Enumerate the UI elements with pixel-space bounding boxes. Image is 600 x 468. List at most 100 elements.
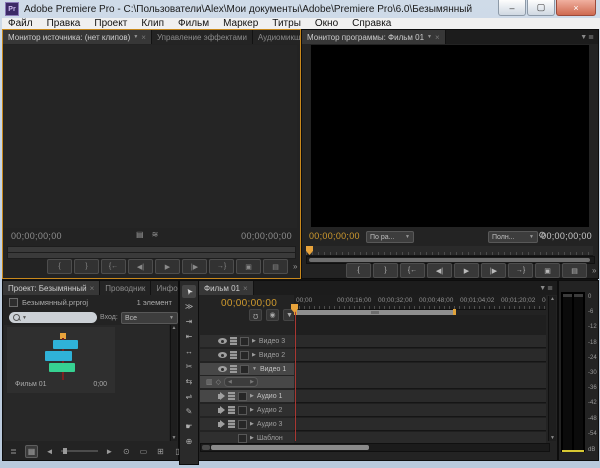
track-header-Аудио 1[interactable]: ▶ Аудио 1 — [200, 390, 294, 402]
track-lock-icon[interactable] — [238, 433, 247, 443]
track-header-Видео 2[interactable]: ▶ Видео 2 — [200, 349, 294, 361]
tab-Проводник[interactable]: Проводник — [100, 281, 152, 295]
encore-chapter-marker-icon[interactable]: ◉ — [266, 309, 279, 321]
filter-dropdown[interactable]: Все ▼ — [121, 312, 178, 324]
tab-Проект: Безымянный[interactable]: Проект: Безымянный × — [3, 281, 101, 295]
current-time-indicator[interactable] — [295, 305, 296, 441]
tab-dropdown-icon[interactable]: ▼ — [133, 34, 138, 40]
source-zoom-bar[interactable] — [7, 252, 296, 259]
rate-stretch-tool[interactable]: ↔ — [182, 345, 196, 358]
close-button[interactable]: × — [556, 0, 596, 16]
track-lock-icon[interactable] — [240, 336, 249, 346]
project-content-area[interactable]: Фильм 01 0;00 — [4, 325, 169, 441]
ripple-edit-tool[interactable]: ⇥ — [182, 315, 196, 328]
title-bar[interactable]: Pr Adobe Premiere Pro - C:\Пользователи\… — [0, 0, 600, 18]
toggle-track-output-icon[interactable] — [218, 352, 227, 358]
expand-track-icon[interactable]: ▶ — [252, 338, 256, 344]
play-button[interactable]: ▶ — [155, 259, 180, 274]
track-lock-icon[interactable] — [238, 405, 247, 415]
sync-lock-icon[interactable] — [228, 420, 235, 428]
tab-close-icon[interactable]: × — [90, 284, 95, 293]
track-row-Аудио 3[interactable] — [294, 418, 546, 431]
tab-Инфо[interactable]: Инфо — [151, 281, 178, 295]
pen-tool[interactable]: ✎ — [182, 405, 196, 418]
timeline-timecode[interactable]: 00;00;00;00 — [221, 298, 277, 309]
rolling-edit-tool[interactable]: ⇤ — [182, 330, 196, 343]
prev-keyframe-icon[interactable]: ◀ — [228, 379, 232, 385]
drag-audio-icon[interactable]: ≋ — [152, 230, 159, 239]
step-back-button[interactable]: ◀| — [128, 259, 153, 274]
sync-lock-icon[interactable] — [230, 365, 237, 373]
project-scrollbar[interactable]: ▲ ▼ — [170, 325, 177, 441]
hand-tool[interactable]: ☛ — [182, 420, 196, 433]
menu-Маркер[interactable]: Маркер — [223, 18, 258, 29]
expand-track-icon[interactable]: ▶ — [250, 421, 254, 427]
track-header-Видео 1[interactable]: ▼ Видео 1 — [200, 363, 294, 375]
scroll-up-icon[interactable]: ▲ — [172, 325, 177, 331]
menu-Окно[interactable]: Окно — [315, 18, 338, 29]
drag-video-icon[interactable]: ▤ — [136, 230, 144, 239]
go-to-in-button[interactable]: {← — [400, 263, 425, 278]
minimize-button[interactable]: – — [498, 0, 526, 16]
maximize-button[interactable]: ▢ — [527, 0, 555, 16]
mark-in-button[interactable]: { — [47, 259, 72, 274]
show-keyframes-icon[interactable]: ◇ — [216, 378, 221, 386]
selection-tool[interactable]: ➤ — [182, 285, 196, 298]
scroll-up-icon[interactable]: ▲ — [550, 296, 555, 302]
extract-button[interactable]: ▤ — [562, 263, 587, 278]
track-header-Аудио 3[interactable]: ▶ Аудио 3 — [200, 418, 294, 430]
tab-Монитор источника: (нет клипов)[interactable]: Монитор источника: (нет клипов) ▼ × — [3, 30, 152, 44]
go-to-out-button[interactable]: →} — [209, 259, 234, 274]
scroll-down-icon[interactable]: ▼ — [172, 435, 177, 441]
menu-Титры[interactable]: Титры — [272, 18, 301, 29]
menu-Файл[interactable]: Файл — [8, 18, 33, 29]
tab-program-monitor[interactable]: Монитор программы: Фильм 01 ▼ × — [302, 30, 446, 44]
timeline-ruler[interactable]: 00;00 00;00;16;00 00;00;32;00 00;00;48;00 00… — [294, 295, 546, 310]
sync-lock-icon[interactable] — [230, 337, 237, 345]
tab-close-icon[interactable]: × — [141, 33, 146, 42]
list-view-button[interactable]: ≣ — [8, 446, 19, 457]
track-row-Аудио 1[interactable] — [294, 390, 546, 403]
menu-Справка[interactable]: Справка — [352, 18, 391, 29]
toggle-track-output-icon[interactable] — [218, 419, 225, 428]
tab-dropdown-icon[interactable]: ▼ — [427, 34, 432, 40]
track-row-Видео 1[interactable] — [294, 363, 546, 389]
track-lock-icon[interactable] — [240, 364, 249, 374]
panel-menu-icon[interactable]: ▼ ≣ — [576, 30, 598, 44]
expand-track-icon[interactable]: ▶ — [250, 435, 254, 441]
track-row-Аудио 2[interactable] — [294, 404, 546, 417]
zoom-tool[interactable]: ⊕ — [182, 435, 196, 448]
mark-in-button[interactable]: { — [346, 263, 371, 278]
zoom-in-button[interactable]: ► — [104, 446, 115, 457]
scroll-down-icon[interactable]: ▼ — [550, 435, 555, 441]
icon-view-button[interactable]: ▦ — [25, 444, 39, 458]
menu-Проект[interactable]: Проект — [94, 18, 127, 29]
tab-Аудиомикшер: Фильм[interactable]: Аудиомикшер: Фильм — [252, 30, 300, 44]
program-scrollbar-thumb[interactable] — [309, 258, 590, 262]
find-button[interactable]: ⊙ — [121, 446, 132, 457]
more-buttons-icon[interactable]: » — [592, 266, 596, 275]
sync-lock-icon[interactable] — [228, 392, 235, 400]
snap-icon[interactable]: Ω — [249, 309, 262, 321]
zoom-out-button[interactable]: ◄ — [44, 446, 55, 457]
next-keyframe-icon[interactable]: ▶ — [250, 379, 254, 385]
new-bin-button[interactable]: ▭ — [138, 446, 149, 457]
slide-tool[interactable]: ⇌ — [182, 390, 196, 403]
resolution-dropdown[interactable]: Полн... ▼ — [488, 231, 538, 243]
search-dropdown-icon[interactable]: ▼ — [22, 315, 27, 321]
track-select-tool[interactable]: ≫ — [182, 300, 196, 313]
timeline-hscrollbar[interactable] — [200, 443, 550, 452]
menu-Фильм[interactable]: Фильм — [178, 18, 209, 29]
sync-lock-icon[interactable] — [230, 351, 237, 359]
mark-out-button[interactable]: } — [74, 259, 99, 274]
track-header-Видео 3[interactable]: ▶ Видео 3 — [200, 335, 294, 347]
go-to-out-button[interactable]: →} — [508, 263, 533, 278]
menu-Правка[interactable]: Правка — [47, 18, 81, 29]
toggle-track-output-icon[interactable] — [218, 391, 225, 400]
project-file-row[interactable]: Безымянный.prproj 1 элемент — [3, 296, 178, 309]
go-to-in-button[interactable]: {← — [101, 259, 126, 274]
tab-close-icon[interactable]: × — [435, 33, 440, 42]
slip-tool[interactable]: ⇆ — [182, 375, 196, 388]
step-forward-button[interactable]: |▶ — [182, 259, 207, 274]
program-mini-ruler[interactable] — [306, 246, 593, 256]
